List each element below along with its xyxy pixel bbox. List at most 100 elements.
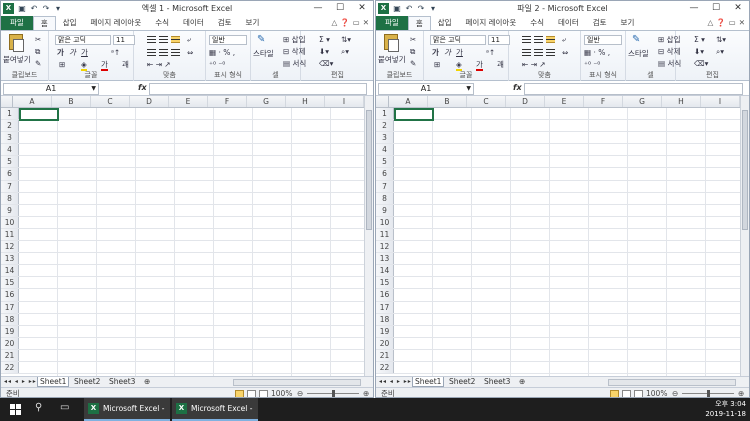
zoom-in-icon[interactable]: ⊕ bbox=[363, 388, 369, 397]
restore-icon[interactable]: ▭ bbox=[353, 16, 360, 30]
row-header[interactable]: 6 bbox=[1, 168, 19, 180]
zoom-slider-knob[interactable] bbox=[332, 390, 335, 397]
page-break-view-icon[interactable] bbox=[259, 390, 268, 397]
fill-color-icon[interactable]: ◈ bbox=[81, 60, 87, 71]
select-all-button[interactable] bbox=[1, 96, 13, 107]
column-header[interactable]: C bbox=[91, 96, 130, 107]
select-all-button[interactable] bbox=[376, 96, 389, 107]
row-header[interactable]: 15 bbox=[376, 277, 394, 289]
zoom-out-icon[interactable]: ⊖ bbox=[297, 388, 303, 397]
merge-center-icon[interactable]: ⇔ bbox=[562, 48, 568, 57]
align-center-icon[interactable] bbox=[534, 49, 543, 56]
page-break-view-icon[interactable] bbox=[634, 390, 643, 397]
format-painter-icon[interactable]: ✎ bbox=[410, 59, 416, 68]
horizontal-scrollbar[interactable] bbox=[233, 379, 361, 386]
taskbar-app-excel-2[interactable]: X Microsoft Excel - ... bbox=[172, 398, 258, 421]
tab-6[interactable]: 검토 bbox=[586, 16, 614, 30]
align-bottom-icon[interactable] bbox=[546, 36, 555, 43]
underline-icon[interactable]: 가 bbox=[81, 48, 88, 57]
bold-icon[interactable]: 가 bbox=[57, 48, 64, 57]
italic-icon[interactable]: 가 bbox=[444, 48, 451, 57]
row-header[interactable]: 10 bbox=[1, 216, 19, 228]
close-workbook-icon[interactable]: ✕ bbox=[739, 16, 745, 30]
accounting-icon[interactable]: ▦ · % , bbox=[584, 48, 610, 57]
fill-icon[interactable]: ⬇▾ bbox=[319, 47, 329, 56]
align-middle-icon[interactable] bbox=[159, 36, 168, 43]
phonetic-icon[interactable]: 괘 bbox=[497, 60, 504, 69]
row-header[interactable]: 4 bbox=[376, 144, 394, 156]
phonetic-icon[interactable]: 괘 bbox=[122, 60, 129, 69]
minimize-button[interactable]: — bbox=[307, 1, 329, 16]
font-color-icon[interactable]: 가 bbox=[476, 60, 483, 71]
row-header[interactable]: 9 bbox=[1, 204, 19, 216]
tab-0[interactable]: 파일 bbox=[376, 16, 408, 30]
help-icon[interactable]: ❓ bbox=[716, 16, 725, 30]
align-left-icon[interactable] bbox=[147, 49, 156, 56]
row-header[interactable]: 8 bbox=[376, 192, 394, 204]
worksheet-grid[interactable]: A B C D E F G H I 1 2 3 4 5 6 7 8 9 10 11 12 13 14 15 16 17 18 19 20… bbox=[1, 96, 364, 376]
row-header[interactable]: 18 bbox=[376, 313, 394, 325]
tab-6[interactable]: 검토 bbox=[211, 16, 239, 30]
clear-icon[interactable]: ⌫▾ bbox=[319, 59, 333, 68]
number-format-select[interactable]: 일반 bbox=[209, 35, 247, 45]
align-right-icon[interactable] bbox=[171, 49, 180, 56]
decimal-icon[interactable]: ⁺⁰ ⁻⁰ bbox=[209, 60, 225, 69]
close-workbook-icon[interactable]: ✕ bbox=[363, 16, 369, 30]
tab-5[interactable]: 데이터 bbox=[551, 16, 586, 30]
underline-icon[interactable]: 가 bbox=[456, 48, 463, 57]
column-header[interactable]: D bbox=[130, 96, 169, 107]
tab-0[interactable]: 파일 bbox=[1, 16, 33, 30]
maximize-button[interactable]: ☐ bbox=[705, 1, 727, 16]
italic-icon[interactable]: 가 bbox=[69, 48, 76, 57]
insert-function-icon[interactable]: fx bbox=[138, 83, 147, 92]
paste-icon[interactable] bbox=[384, 34, 399, 52]
column-header[interactable]: B bbox=[52, 96, 91, 107]
fill-icon[interactable]: ⬇▾ bbox=[694, 47, 704, 56]
fill-color-icon[interactable]: ◈ bbox=[456, 60, 462, 71]
column-header[interactable]: F bbox=[208, 96, 247, 107]
column-header[interactable]: D bbox=[506, 96, 545, 107]
formula-input[interactable] bbox=[149, 83, 367, 95]
taskbar-app-excel-1[interactable]: X Microsoft Excel - ... bbox=[84, 398, 170, 421]
system-clock[interactable]: 오후 3:04 2019-11-18 bbox=[705, 399, 746, 419]
row-header[interactable]: 12 bbox=[376, 241, 394, 253]
column-header[interactable]: I bbox=[701, 96, 740, 107]
tab-2[interactable]: 삽입 bbox=[56, 16, 84, 30]
align-bottom-icon[interactable] bbox=[171, 36, 180, 43]
zoom-level[interactable]: 100% bbox=[271, 388, 292, 397]
sheet-tab-2[interactable]: Sheet2 bbox=[72, 377, 102, 387]
row-header[interactable]: 14 bbox=[376, 265, 394, 277]
sort-filter-icon[interactable]: ⇅▾ bbox=[716, 35, 726, 44]
merge-center-icon[interactable]: ⇔ bbox=[187, 48, 193, 57]
vertical-scrollbar[interactable] bbox=[740, 96, 749, 376]
row-header[interactable]: 4 bbox=[1, 144, 19, 156]
column-header[interactable]: B bbox=[428, 96, 467, 107]
row-header[interactable]: 3 bbox=[1, 132, 19, 144]
normal-view-icon[interactable] bbox=[235, 390, 244, 397]
help-icon[interactable]: ❓ bbox=[340, 16, 349, 30]
style-button[interactable]: 스타일 bbox=[253, 49, 274, 58]
column-header[interactable]: I bbox=[325, 96, 364, 107]
border-icon[interactable]: ⊞ bbox=[434, 60, 440, 69]
task-view-icon[interactable]: ▭ bbox=[60, 402, 69, 413]
new-sheet-icon[interactable]: ⊕ bbox=[517, 377, 527, 387]
tab-4[interactable]: 수식 bbox=[148, 16, 176, 30]
tab-7[interactable]: 보기 bbox=[239, 16, 267, 30]
row-header[interactable]: 12 bbox=[1, 241, 19, 253]
close-button[interactable]: ✕ bbox=[727, 1, 749, 16]
format-cell-button[interactable]: ▤ 서식 bbox=[283, 59, 306, 68]
row-header[interactable]: 11 bbox=[376, 228, 394, 241]
scroll-thumb[interactable] bbox=[366, 110, 372, 230]
font-color-icon[interactable]: 가 bbox=[101, 60, 108, 71]
paste-button[interactable]: 붙여넣기 bbox=[378, 55, 406, 64]
row-header[interactable]: 9 bbox=[376, 204, 394, 216]
row-header[interactable]: 7 bbox=[376, 180, 394, 192]
formula-input[interactable] bbox=[524, 83, 743, 95]
collapse-ribbon-icon[interactable]: △ bbox=[331, 16, 337, 30]
tab-3[interactable]: 페이지 레이아웃 bbox=[84, 16, 149, 30]
sheet-nav-buttons[interactable]: ◂◂ ◂ ▸ ▸▸ bbox=[4, 377, 37, 387]
format-cell-button[interactable]: ▤ 서식 bbox=[658, 59, 681, 68]
row-header[interactable]: 21 bbox=[376, 349, 394, 361]
row-header[interactable]: 1 bbox=[1, 108, 19, 120]
sheet-nav-buttons[interactable]: ◂◂ ◂ ▸ ▸▸ bbox=[379, 377, 412, 387]
